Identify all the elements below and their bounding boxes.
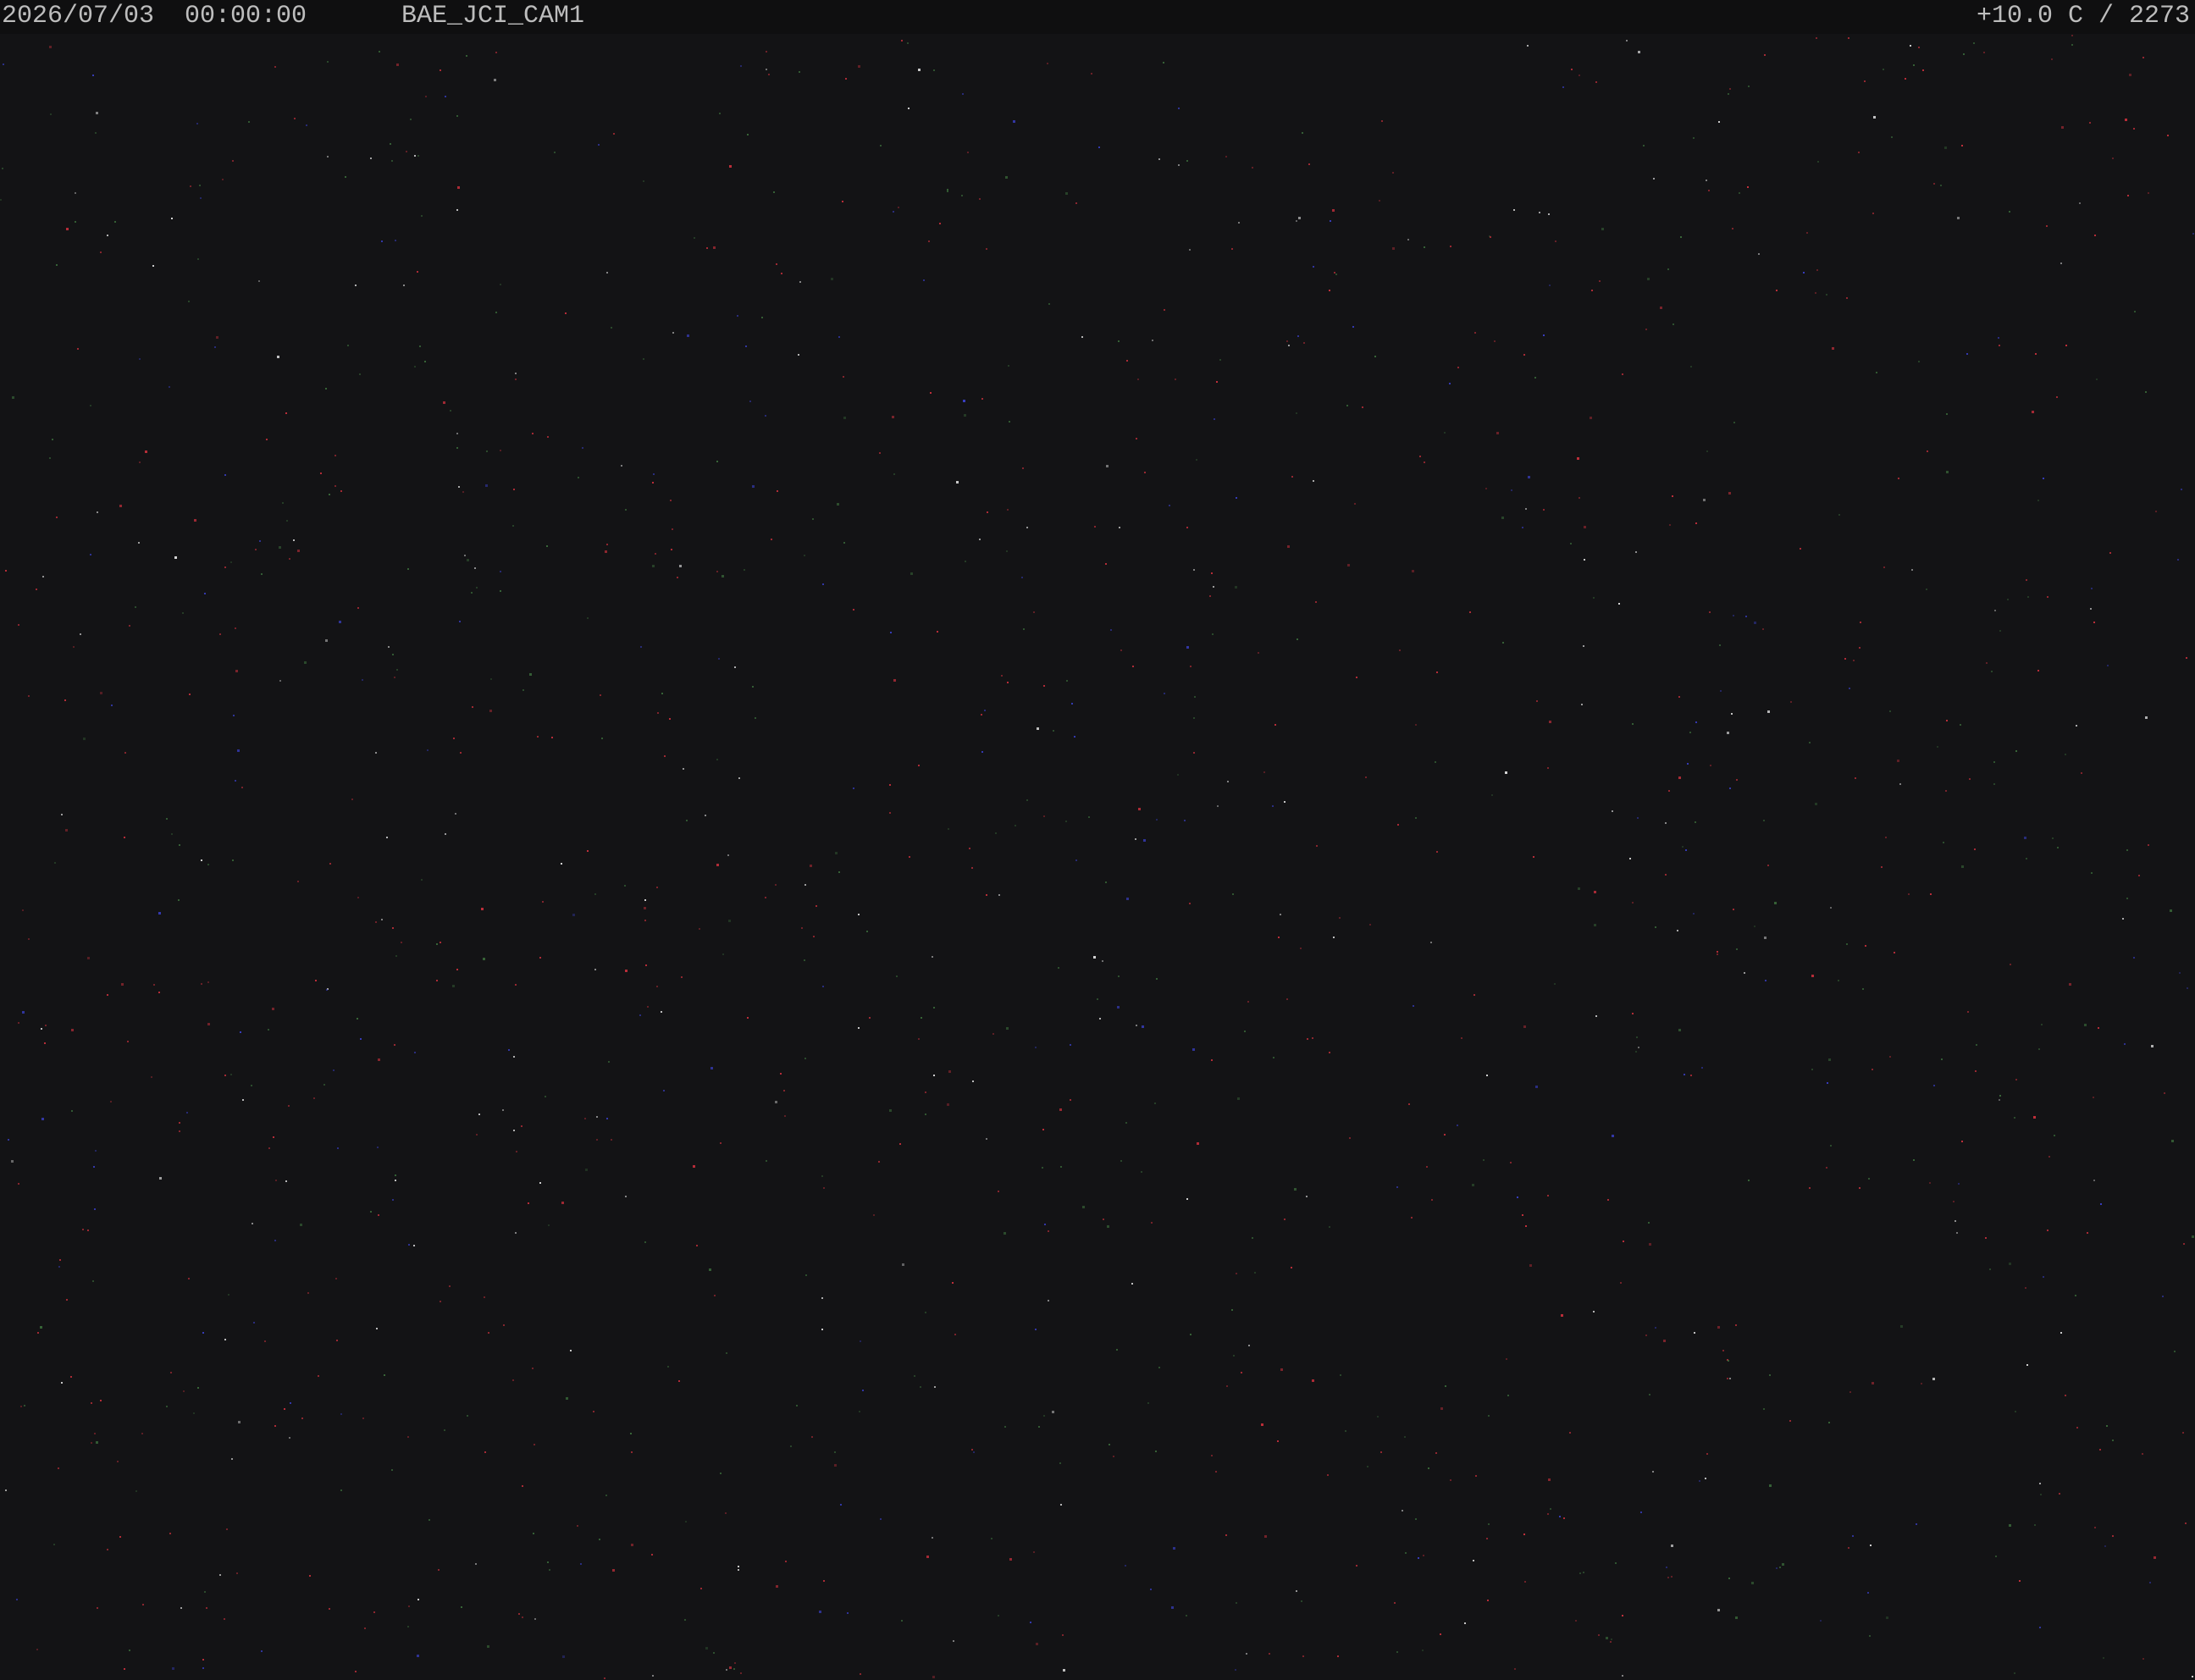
night-sky-noise-image — [0, 35, 2194, 1679]
camera-frame: 2026/07/03 00:00:00 BAE_JCI_CAM1 +10.0 C… — [0, 0, 2195, 1680]
osd-temperature-status: +10.0 C / 2273 — [1976, 2, 2190, 30]
osd-datetime: 2026/07/03 00:00:00 — [2, 2, 307, 30]
osd-camera-id: BAE_JCI_CAM1 — [401, 2, 585, 30]
osd-overlay-bar: 2026/07/03 00:00:00 BAE_JCI_CAM1 +10.0 C… — [0, 0, 2195, 34]
